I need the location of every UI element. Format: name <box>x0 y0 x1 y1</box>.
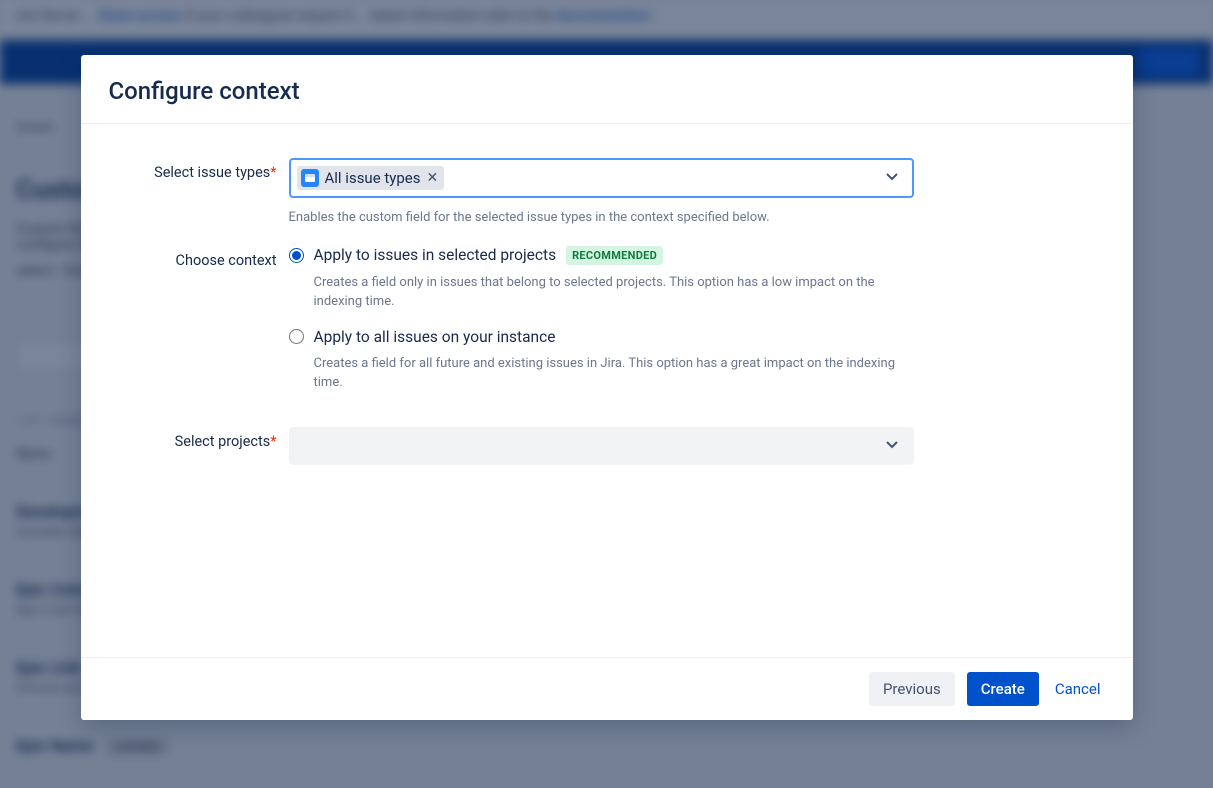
issue-types-select[interactable]: All issue types ✕ <box>289 158 914 198</box>
required-asterisk: * <box>270 164 276 181</box>
chevron-down-icon[interactable] <box>882 166 902 190</box>
all-issue-types-icon <box>301 169 319 187</box>
modal-footer: Previous Create Cancel <box>81 657 1133 720</box>
radio-all-issues[interactable]: Apply to all issues on your instance <box>289 328 914 346</box>
issue-types-row: Select issue types* All issue types ✕ En <box>109 158 1105 228</box>
issue-types-input-col: All issue types ✕ Enables the custom fie… <box>289 158 914 228</box>
recommended-badge: RECOMMENDED <box>566 246 663 265</box>
choose-context-input-col: Apply to issues in selected projects REC… <box>289 246 914 409</box>
radio-input-all-issues[interactable] <box>289 329 304 344</box>
issue-types-help: Enables the custom field for the selecte… <box>289 208 914 228</box>
required-asterisk: * <box>270 433 276 450</box>
previous-button[interactable]: Previous <box>869 672 955 706</box>
radio-desc-selected-projects: Creates a field only in issues that belo… <box>314 273 914 312</box>
choose-context-label: Choose context <box>109 246 289 269</box>
tag-label: All issue types <box>325 169 421 187</box>
modal-header: Configure context <box>81 55 1133 124</box>
context-option-all-issues: Apply to all issues on your instance Cre… <box>289 328 914 393</box>
choose-context-row: Choose context Apply to issues in select… <box>109 246 1105 409</box>
create-button[interactable]: Create <box>967 672 1039 706</box>
configure-context-modal: Configure context Select issue types* Al… <box>81 55 1133 720</box>
select-projects-input-col <box>289 427 914 465</box>
context-option-selected-projects: Apply to issues in selected projects REC… <box>289 246 914 312</box>
select-projects-label: Select projects* <box>109 427 289 450</box>
issue-type-tag-all: All issue types ✕ <box>297 166 445 190</box>
radio-input-selected-projects[interactable] <box>289 248 304 263</box>
tag-remove-icon[interactable]: ✕ <box>427 171 439 185</box>
radio-selected-projects[interactable]: Apply to issues in selected projects REC… <box>289 246 914 265</box>
radio-desc-all-issues: Creates a field for all future and exist… <box>314 354 914 393</box>
select-projects-row: Select projects* <box>109 427 1105 465</box>
modal-body: Select issue types* All issue types ✕ En <box>81 124 1133 657</box>
cancel-button[interactable]: Cancel <box>1051 672 1105 706</box>
projects-select[interactable] <box>289 427 914 465</box>
modal-title: Configure context <box>109 77 1105 105</box>
chevron-down-icon[interactable] <box>882 434 902 458</box>
modal-overlay: Configure context Select issue types* Al… <box>0 0 1213 788</box>
issue-types-label: Select issue types* <box>109 158 289 181</box>
